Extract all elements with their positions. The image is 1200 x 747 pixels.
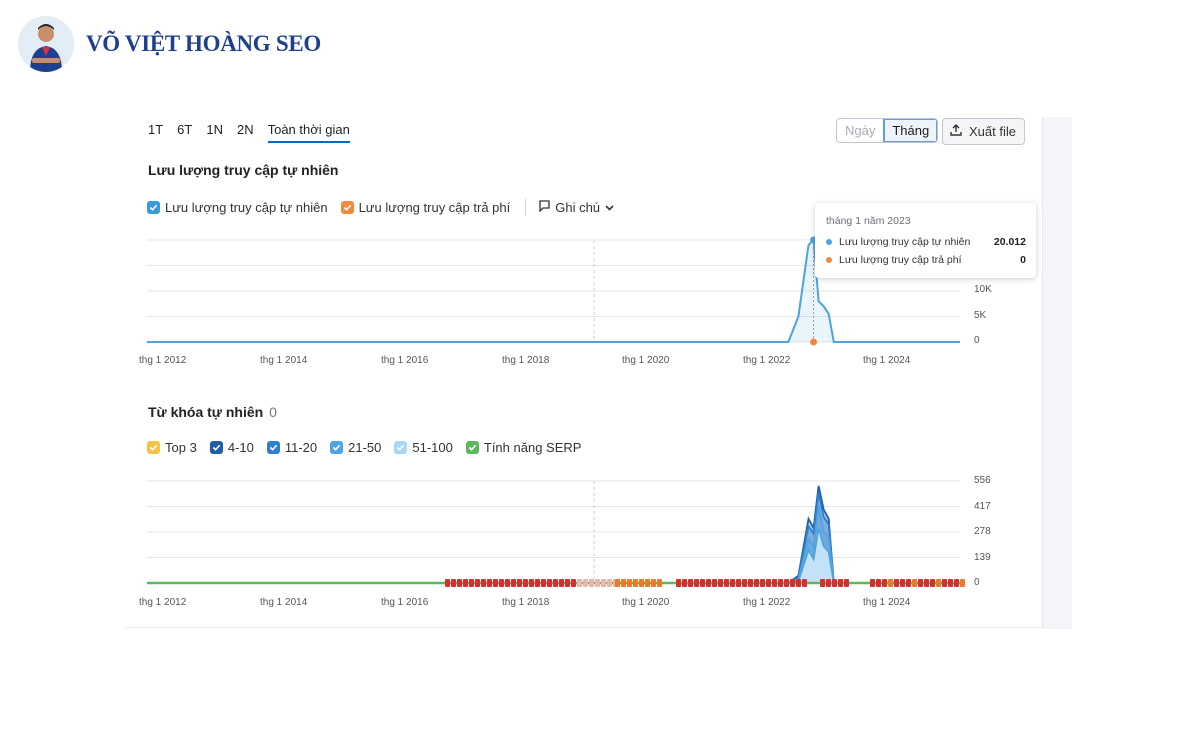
note-icon (538, 199, 551, 215)
checkbox-icon (394, 441, 408, 454)
y-tick-label: 417 (974, 500, 991, 512)
legend-21-50[interactable]: 21-50 (330, 440, 381, 455)
x-tick-label: thg 1 2012 (139, 355, 187, 366)
checkbox-icon (209, 441, 223, 454)
upload-icon (949, 123, 963, 140)
notes-dropdown[interactable]: Ghi chú (538, 199, 614, 215)
legend-4-10-label: 4-10 (227, 440, 254, 455)
checkbox-icon (147, 200, 160, 214)
keywords-title: Từ khóa tự nhiên 0 (148, 404, 277, 420)
legend-21-50-label: 21-50 (348, 440, 382, 455)
organic-dot-icon (826, 239, 832, 245)
legend-divider (525, 198, 527, 216)
tooltip-organic-row: Lưu lượng truy cập tự nhiên 20.012 (826, 236, 1026, 248)
legend-paid[interactable]: Lưu lượng truy cập trả phí (340, 199, 511, 215)
x-tick-label: thg 1 2024 (863, 597, 911, 608)
x-tick-label: thg 1 2022 (743, 355, 791, 366)
paid-dot-icon (826, 257, 832, 263)
export-button[interactable]: Xuất file (942, 118, 1025, 145)
granularity-toggle: Ngày Tháng (836, 118, 939, 143)
legend-paid-label: Lưu lượng truy cập trả phí (358, 199, 511, 215)
tooltip-organic-label: Lưu lượng truy cập tự nhiên (839, 236, 971, 248)
y-tick-label: 5K (974, 309, 987, 321)
panel-scroll-gutter (1043, 117, 1072, 629)
x-tick-label: thg 1 2016 (381, 597, 429, 608)
legend-organic-label: Lưu lượng truy cập tự nhiên (165, 199, 328, 215)
y-tick-label: 0 (974, 577, 980, 588)
legend-serp-label: Tính năng SERP (483, 440, 582, 455)
y-tick-label: 10K (974, 284, 992, 295)
avatar (18, 16, 74, 72)
notes-label: Ghi chú (555, 199, 601, 215)
x-tick-label: thg 1 2024 (863, 355, 911, 366)
legend-4-10[interactable]: 4-10 (209, 440, 254, 455)
legend-top3-label: Top 3 (165, 440, 197, 455)
x-tick-label: thg 1 2020 (622, 597, 670, 608)
tooltip-date: tháng 1 năm 2023 (826, 215, 911, 227)
traffic-legend: Lưu lượng truy cập tự nhiên Lưu lượng tr… (147, 198, 627, 216)
tab-1t[interactable]: 1T (148, 122, 163, 143)
checkbox-icon (340, 200, 354, 214)
chart-tooltip: tháng 1 năm 2023 Lưu lượng truy cập tự n… (815, 203, 1036, 278)
x-tick-label: thg 1 2020 (622, 355, 670, 366)
chevron-down-icon (605, 200, 614, 215)
brand: VÕ VIỆT HOÀNG SEO (18, 16, 321, 72)
export-label: Xuất file (969, 124, 1016, 139)
tab-all-time[interactable]: Toàn thời gian (267, 122, 350, 143)
legend-top3[interactable]: Top 3 (147, 440, 197, 455)
day-button[interactable]: Ngày (837, 119, 883, 142)
tab-6t[interactable]: 6T (177, 122, 192, 143)
keywords-count: 0 (269, 404, 277, 420)
x-tick-label: thg 1 2016 (381, 355, 429, 366)
tooltip-paid-row: Lưu lượng truy cập trả phí 0 (826, 254, 1026, 266)
x-tick-label: thg 1 2012 (139, 597, 187, 608)
legend-51-100[interactable]: 51-100 (394, 440, 453, 455)
tab-2n[interactable]: 2N (237, 122, 254, 143)
month-button[interactable]: Tháng (883, 119, 938, 142)
y-tick-label: 556 (974, 475, 991, 486)
checkbox-icon (147, 441, 160, 454)
analytics-panel (126, 117, 1043, 628)
legend-serp[interactable]: Tính năng SERP (465, 440, 582, 455)
x-tick-label: thg 1 2014 (260, 355, 308, 366)
x-tick-label: thg 1 2014 (260, 597, 308, 608)
y-tick-label: 0 (974, 335, 980, 346)
legend-11-20[interactable]: 11-20 (266, 440, 318, 455)
tooltip-paid-label: Lưu lượng truy cập trả phí (839, 254, 962, 266)
y-tick-label: 139 (974, 551, 991, 563)
keywords-legend: Top 3 4-10 11-20 21-50 51-100 Tính năng … (147, 440, 594, 455)
checkbox-icon (465, 441, 479, 454)
y-tick-label: 278 (974, 526, 991, 537)
x-tick-label: thg 1 2018 (502, 597, 550, 608)
period-tabs: 1T 6T 1N 2N Toàn thời gian (148, 122, 350, 143)
brand-name: VÕ VIỆT HOÀNG SEO (86, 31, 321, 56)
tooltip-paid-value: 0 (1020, 254, 1026, 266)
x-tick-label: thg 1 2022 (743, 597, 791, 608)
legend-51-100-label: 51-100 (412, 440, 453, 455)
traffic-title: Lưu lượng truy cập tự nhiên (148, 162, 339, 178)
checkbox-icon (266, 441, 280, 454)
checkbox-icon (330, 441, 344, 454)
x-tick-label: thg 1 2018 (502, 355, 550, 366)
keywords-title-text: Từ khóa tự nhiên (148, 404, 264, 420)
tab-1n[interactable]: 1N (206, 122, 223, 143)
legend-organic[interactable]: Lưu lượng truy cập tự nhiên (147, 200, 328, 215)
legend-11-20-label: 11-20 (284, 440, 318, 455)
tooltip-organic-value: 20.012 (993, 236, 1026, 248)
